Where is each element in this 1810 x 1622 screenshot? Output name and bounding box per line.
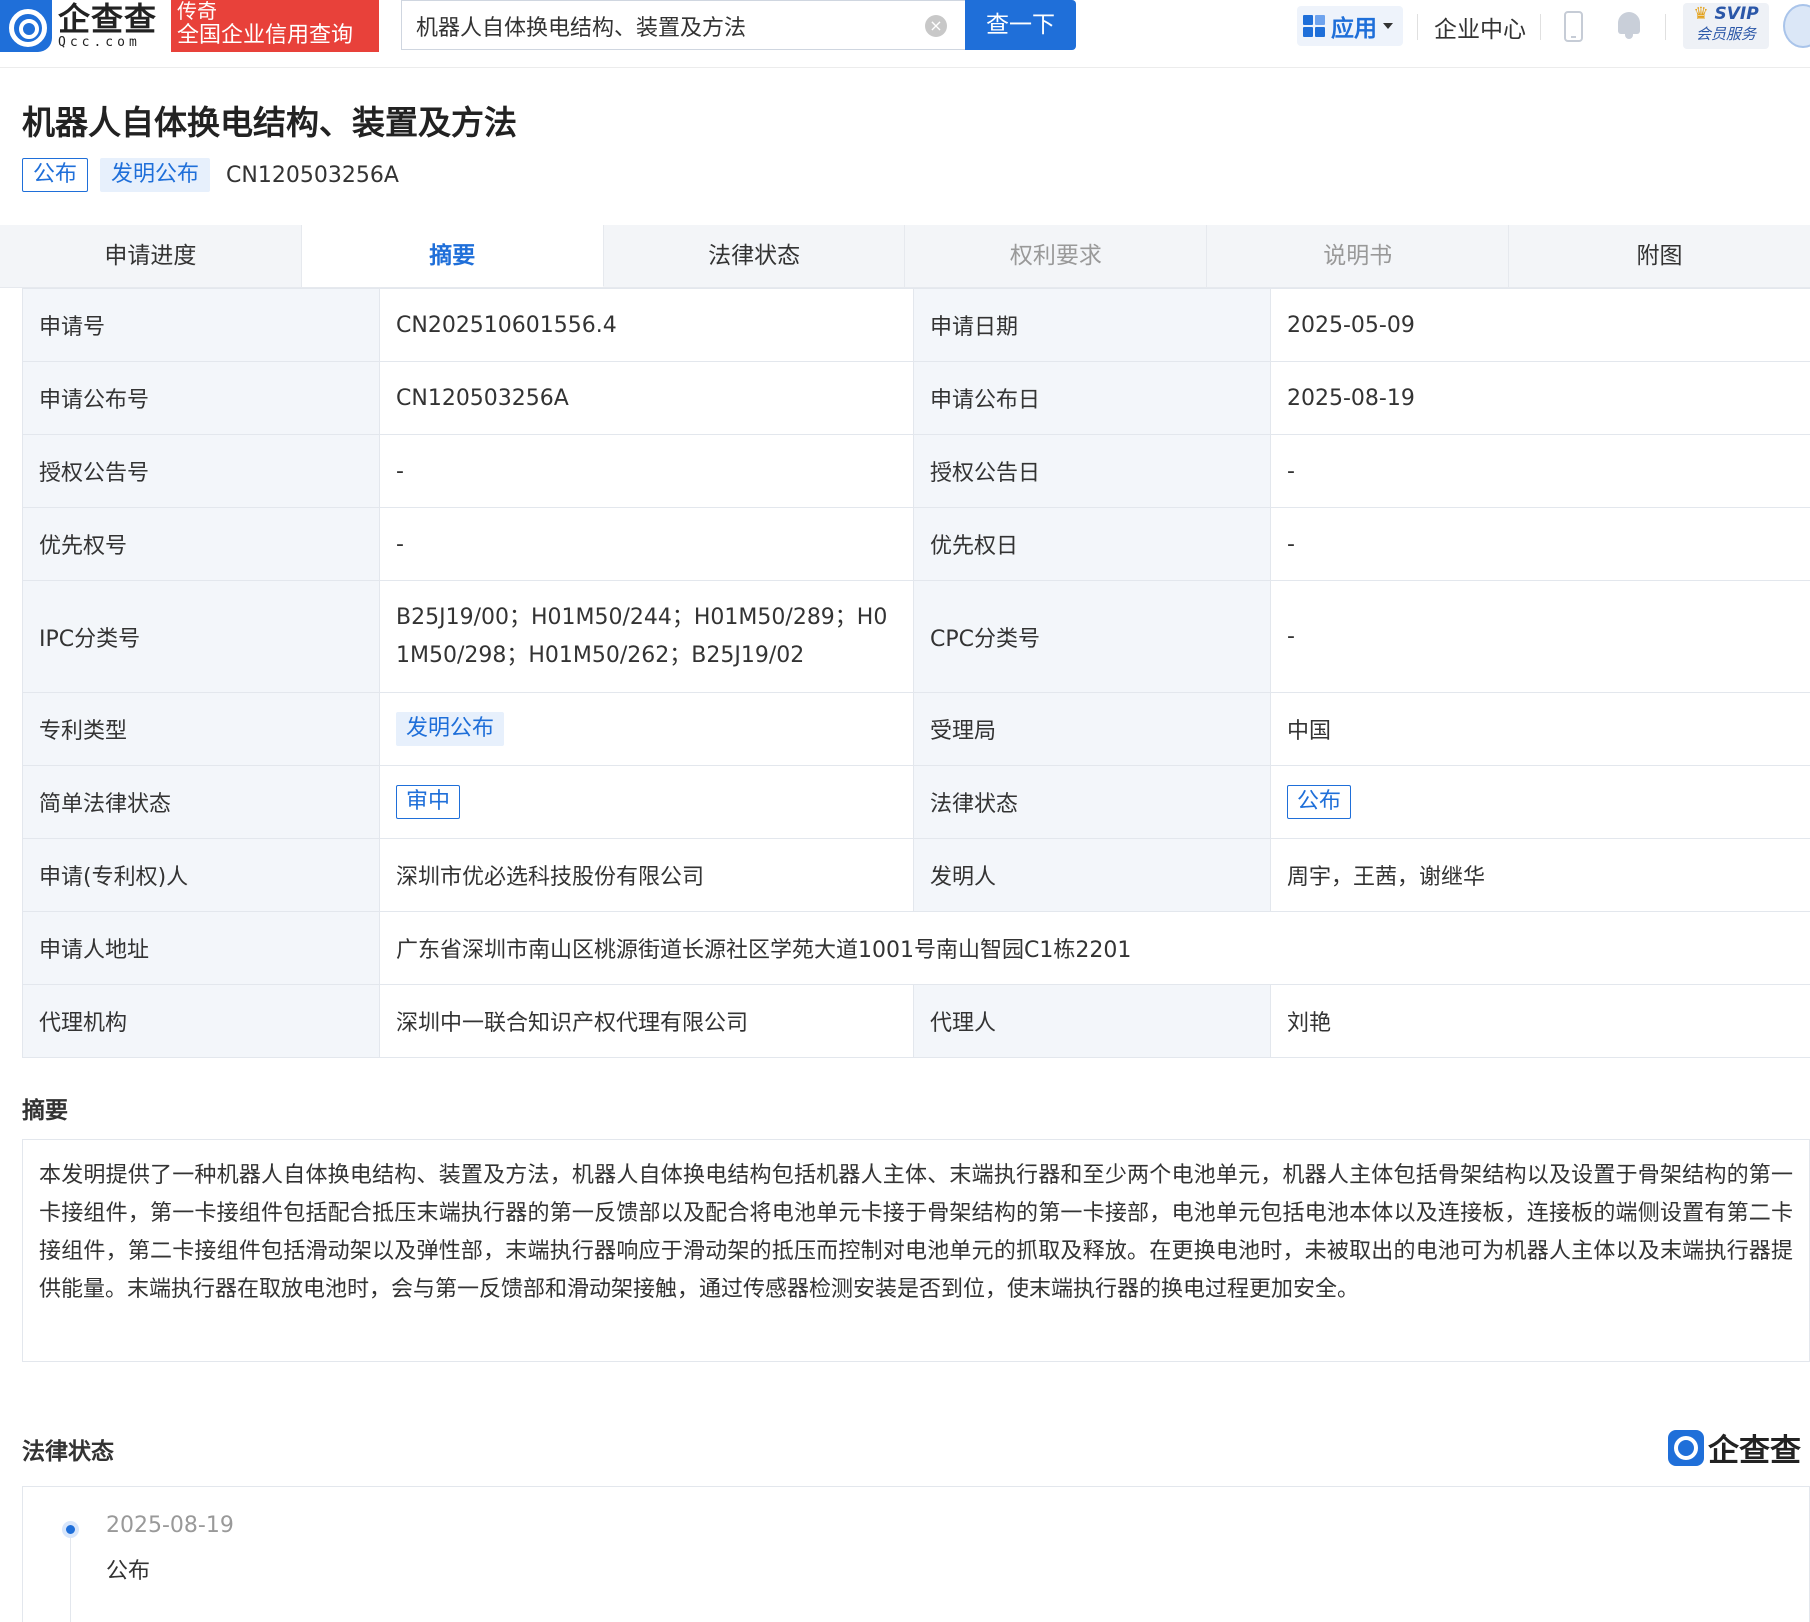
timeline-event-status: 公布 bbox=[106, 1559, 151, 1584]
agency-link[interactable]: 深圳中一联合知识产权代理有限公司 bbox=[379, 984, 914, 1058]
type-badge: 发明公布 bbox=[100, 158, 211, 192]
cpc-value: - bbox=[1270, 580, 1810, 693]
cpc-label: CPC分类号 bbox=[913, 580, 1271, 693]
abstract-text: 本发明提供了一种机器人自体换电结构、装置及方法，机器人自体换电结构包括机器人主体… bbox=[22, 1139, 1810, 1362]
watermark-text: 企查查 bbox=[1708, 1433, 1801, 1469]
application-date-value: 2025-05-09 bbox=[1270, 288, 1810, 362]
table-row: 申请公布号 CN120503256A 申请公布日 2025-08-19 bbox=[22, 361, 1810, 435]
clear-icon[interactable]: × bbox=[925, 15, 947, 37]
application-date-label: 申请日期 bbox=[913, 288, 1271, 362]
publication-date-label: 申请公布日 bbox=[913, 361, 1271, 435]
patent-title: 机器人自体换电结构、装置及方法 bbox=[22, 103, 517, 142]
publication-number-label: 申请公布号 bbox=[22, 361, 380, 435]
timeline-dot-icon bbox=[62, 1521, 79, 1538]
apps-menu-label: 应用 bbox=[1331, 16, 1377, 42]
agency-label: 代理机构 bbox=[22, 984, 380, 1058]
qcc-watermark-logo: 企查查 bbox=[1668, 1425, 1801, 1470]
table-row: 简单法律状态 审中 法律状态 公布 bbox=[22, 765, 1810, 839]
tab-legal-status[interactable]: 法律状态 bbox=[604, 225, 906, 287]
brand-line-1: 传奇 bbox=[177, 0, 217, 23]
inventor-label: 发明人 bbox=[913, 838, 1271, 912]
priority-number-value: - bbox=[379, 507, 914, 581]
priority-date-value: - bbox=[1270, 507, 1810, 581]
publication-date-value: 2025-08-19 bbox=[1270, 361, 1810, 435]
grant-date-label: 授权公告日 bbox=[913, 434, 1271, 508]
timeline-event-date: 2025-08-19 bbox=[106, 1513, 234, 1538]
status-badge: 公布 bbox=[22, 158, 89, 192]
patent-tags: 公布 发明公布 CN120503256A bbox=[22, 158, 399, 192]
brand-slogan-badge: 传奇 全国企业信用查询 bbox=[171, 0, 379, 52]
patent-type-label: 专利类型 bbox=[22, 692, 380, 766]
legal-status-badge: 公布 bbox=[1287, 785, 1352, 819]
grant-number-value: - bbox=[379, 434, 914, 508]
search-box: × bbox=[401, 0, 965, 50]
chevron-down-icon bbox=[1383, 23, 1393, 29]
mobile-app-icon[interactable] bbox=[1564, 11, 1583, 42]
applicant-link[interactable]: 深圳市优必选科技股份有限公司 bbox=[379, 838, 914, 912]
applicant-address-value: 广东省深圳市南山区桃源街道长源社区学苑大道1001号南山智园C1栋2201 bbox=[379, 911, 1810, 985]
qcc-logo[interactable]: 企查查 Qcc.com bbox=[0, 0, 168, 52]
legal-status-timeline: 2025-08-19 公布 bbox=[22, 1486, 1810, 1622]
user-avatar[interactable] bbox=[1783, 4, 1810, 48]
svip-label: SVIP bbox=[1714, 4, 1759, 24]
receiving-office-value: 中国 bbox=[1270, 692, 1810, 766]
apps-menu-button[interactable]: 应用 bbox=[1297, 6, 1403, 46]
grant-number-label: 授权公告号 bbox=[22, 434, 380, 508]
priority-date-label: 优先权日 bbox=[913, 507, 1271, 581]
table-row: 申请号 CN202510601556.4 申请日期 2025-05-09 bbox=[22, 288, 1810, 362]
grant-date-value: - bbox=[1270, 434, 1810, 508]
table-row: IPC分类号 B25J19/00；H01M50/244；H01M50/289；H… bbox=[22, 580, 1810, 693]
tab-description[interactable]: 说明书 bbox=[1207, 225, 1510, 287]
qcc-logo-icon bbox=[0, 0, 52, 52]
table-row: 申请人地址 广东省深圳市南山区桃源街道长源社区学苑大道1001号南山智园C1栋2… bbox=[22, 911, 1810, 985]
detail-tabs: 申请进度 摘要 法律状态 权利要求 说明书 附图 bbox=[0, 225, 1810, 288]
header-divider bbox=[1417, 14, 1418, 40]
tab-abstract[interactable]: 摘要 bbox=[301, 225, 604, 287]
apps-grid-icon bbox=[1303, 15, 1325, 37]
tab-claims[interactable]: 权利要求 bbox=[905, 225, 1208, 287]
patent-info-table: 申请号 CN202510601556.4 申请日期 2025-05-09 申请公… bbox=[22, 288, 1810, 1058]
brand-line-2: 全国企业信用查询 bbox=[177, 23, 354, 48]
legal-status-section-title: 法律状态 bbox=[22, 1439, 114, 1465]
search-button[interactable]: 查一下 bbox=[965, 0, 1076, 50]
application-number-value: CN202510601556.4 bbox=[379, 288, 914, 362]
ipc-value: B25J19/00；H01M50/244；H01M50/289；H01M50/2… bbox=[379, 580, 914, 693]
notification-bell-icon[interactable] bbox=[1616, 10, 1642, 40]
applicant-label: 申请(专利权)人 bbox=[22, 838, 380, 912]
svip-sublabel: 会员服务 bbox=[1695, 25, 1756, 43]
top-navigation-bar: 企查查 Qcc.com 传奇 全国企业信用查询 × 查一下 应用 企业中心 ♛ … bbox=[0, 0, 1810, 68]
tab-application-progress[interactable]: 申请进度 bbox=[0, 225, 302, 287]
crown-icon: ♛ bbox=[1693, 4, 1709, 24]
ipc-label: IPC分类号 bbox=[22, 580, 380, 693]
svip-member-button[interactable]: ♛ SVIP 会员服务 bbox=[1683, 3, 1769, 49]
search-input[interactable] bbox=[416, 9, 916, 43]
table-row: 优先权号 - 优先权日 - bbox=[22, 507, 1810, 581]
priority-number-label: 优先权号 bbox=[22, 507, 380, 581]
agent-label: 代理人 bbox=[913, 984, 1271, 1058]
inventor-value: 周宇，王茜，谢继华 bbox=[1270, 838, 1810, 912]
patent-type-badge: 发明公布 bbox=[396, 712, 505, 746]
receiving-office-label: 受理局 bbox=[913, 692, 1271, 766]
applicant-address-label: 申请人地址 bbox=[22, 911, 380, 985]
abstract-section-title: 摘要 bbox=[22, 1098, 68, 1124]
simple-legal-status-label: 简单法律状态 bbox=[22, 765, 380, 839]
table-row: 申请(专利权)人 深圳市优必选科技股份有限公司 发明人 周宇，王茜，谢继华 bbox=[22, 838, 1810, 912]
table-row: 授权公告号 - 授权公告日 - bbox=[22, 434, 1810, 508]
logo-chinese-text: 企查查 bbox=[58, 0, 158, 38]
application-number-label: 申请号 bbox=[22, 288, 380, 362]
table-row: 专利类型 发明公布 受理局 中国 bbox=[22, 692, 1810, 766]
timeline-line bbox=[70, 1531, 71, 1622]
enterprise-center-link[interactable]: 企业中心 bbox=[1434, 10, 1526, 44]
tab-drawings[interactable]: 附图 bbox=[1509, 225, 1810, 287]
publication-number-value: CN120503256A bbox=[379, 361, 914, 435]
agent-value: 刘艳 bbox=[1270, 984, 1810, 1058]
publication-number: CN120503256A bbox=[226, 162, 399, 188]
qcc-logo-icon bbox=[1668, 1429, 1704, 1466]
header-divider bbox=[1665, 14, 1666, 40]
legal-status-label: 法律状态 bbox=[913, 765, 1271, 839]
simple-legal-status-badge: 审中 bbox=[396, 785, 461, 819]
table-row: 代理机构 深圳中一联合知识产权代理有限公司 代理人 刘艳 bbox=[22, 984, 1810, 1058]
logo-english-text: Qcc.com bbox=[58, 35, 141, 50]
header-divider bbox=[1540, 14, 1541, 40]
